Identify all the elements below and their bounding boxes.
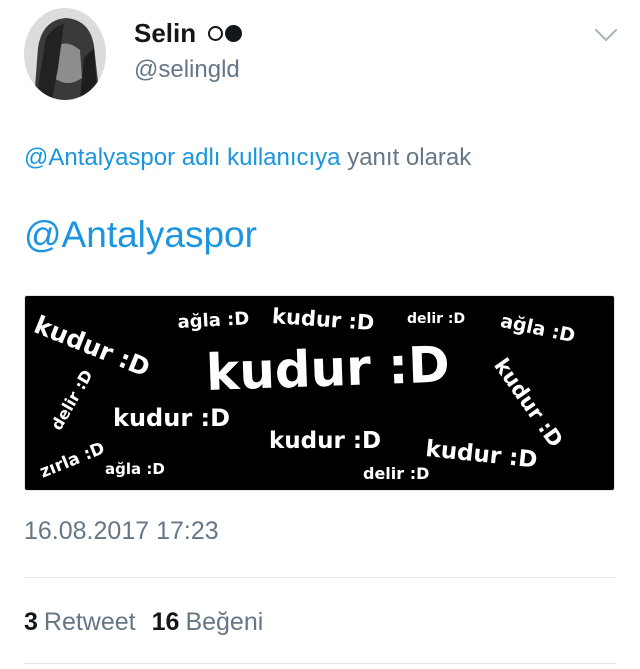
likes-label: Beğeni: [185, 608, 264, 636]
author-handle[interactable]: @selingld: [134, 56, 240, 84]
reply-to-link[interactable]: @Antalyaspor adlı kullanıcıya: [24, 144, 341, 171]
tweet-stats: 3 Retweet 16 Beğeni: [24, 608, 263, 637]
author-display-name[interactable]: Selin: [134, 18, 196, 49]
media-word: delir :D: [407, 311, 466, 327]
retweets-count: 3: [24, 608, 38, 636]
media-word: ağla :D: [105, 460, 165, 478]
divider: [24, 663, 616, 664]
reply-context: @Antalyaspor adlı kullanıcıya yanıt olar…: [24, 144, 471, 172]
avatar[interactable]: [24, 8, 106, 100]
media-word: kudur :D: [424, 436, 539, 474]
divider: [24, 577, 616, 578]
likes-stat[interactable]: 16 Beğeni: [152, 608, 264, 637]
media-word: kudur :D: [489, 354, 568, 452]
media-word: kudur :D: [271, 304, 376, 336]
retweets-stat[interactable]: 3 Retweet: [24, 608, 136, 637]
author-name-row[interactable]: Selin: [134, 18, 243, 49]
tweet-timestamp[interactable]: 16.08.2017 17:23: [24, 517, 219, 546]
tweet-text-mention[interactable]: @Antalyaspor: [24, 214, 257, 256]
media-word: ağla :D: [177, 308, 250, 333]
media-word: kudur :D: [205, 335, 451, 402]
avatar-image: [24, 8, 106, 100]
media-word: delir :D: [47, 366, 97, 434]
media-word: kudur :D: [113, 404, 231, 432]
tweet-media-image[interactable]: kudur :D ağla :D kudur :D delir :D ağla …: [24, 295, 615, 491]
media-word: kudur :D: [30, 310, 155, 383]
open-circle-icon: [208, 26, 224, 41]
media-word: zırla :D: [37, 438, 108, 483]
media-word: kudur :D: [269, 428, 382, 454]
likes-count: 16: [151, 608, 180, 636]
retweets-label: Retweet: [43, 608, 136, 636]
media-word: ağla :D: [498, 310, 578, 348]
chevron-down-icon[interactable]: [594, 26, 618, 44]
status-circles-icon: [208, 25, 243, 42]
reply-suffix: yanıt olarak: [340, 144, 472, 171]
media-word: delir :D: [363, 464, 430, 483]
filled-circle-icon: [225, 25, 243, 42]
